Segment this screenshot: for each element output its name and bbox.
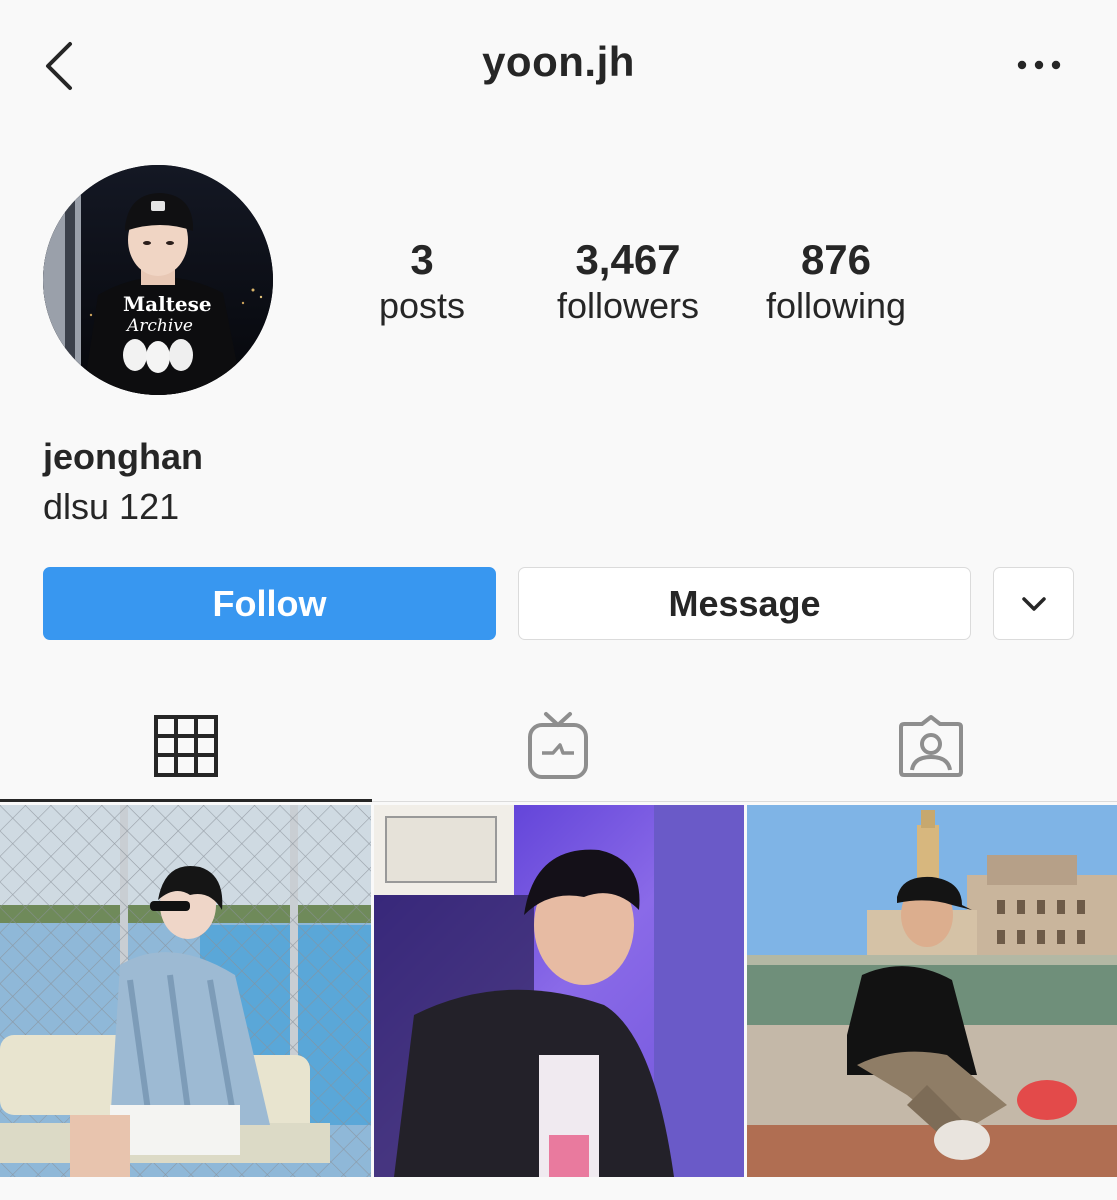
grid-icon [154, 715, 218, 777]
avatar-photo: Maltese Archive [43, 165, 273, 395]
following-count[interactable]: 876 following [748, 236, 924, 328]
suggested-accounts-dropdown-button[interactable] [993, 567, 1074, 640]
followers-count-label: followers [556, 285, 700, 326]
post-thumbnail-2[interactable] [374, 805, 744, 1177]
following-count-value: 876 [800, 236, 872, 283]
avatar-shirt-text-line2: Archive [125, 316, 193, 336]
followers-count-value: 3,467 [575, 236, 681, 283]
more-horizontal-icon [1017, 60, 1061, 70]
post-thumbnail-3[interactable] [747, 805, 1117, 1177]
tab-grid[interactable] [0, 690, 372, 802]
post-thumbnail-1[interactable] [0, 805, 371, 1177]
posts-count-value: 3 [410, 236, 434, 283]
avatar-shirt-text-line1: Maltese [123, 292, 212, 316]
profile-username-title: yoon.jh [482, 38, 635, 85]
chevron-down-icon [1022, 597, 1046, 611]
tab-tagged[interactable] [744, 690, 1117, 802]
follow-button[interactable]: Follow [43, 567, 496, 640]
message-button[interactable]: Message [518, 567, 971, 640]
active-tab-indicator [0, 799, 372, 802]
post-1-photo [0, 805, 371, 1177]
tab-igtv[interactable] [372, 690, 744, 802]
posts-count[interactable]: 3 posts [352, 236, 492, 328]
profile-display-name: jeonghan [43, 436, 203, 477]
igtv-icon [528, 712, 588, 779]
post-3-photo [747, 805, 1117, 1177]
post-2-photo [374, 805, 744, 1177]
profile-avatar[interactable]: Maltese Archive [43, 165, 273, 395]
following-count-label: following [765, 285, 907, 326]
followers-count[interactable]: 3,467 followers [538, 236, 718, 328]
more-options-button[interactable] [1012, 50, 1068, 80]
profile-bio: dlsu 121 [43, 486, 180, 527]
tagged-person-icon [898, 715, 963, 777]
posts-count-label: posts [378, 285, 466, 326]
